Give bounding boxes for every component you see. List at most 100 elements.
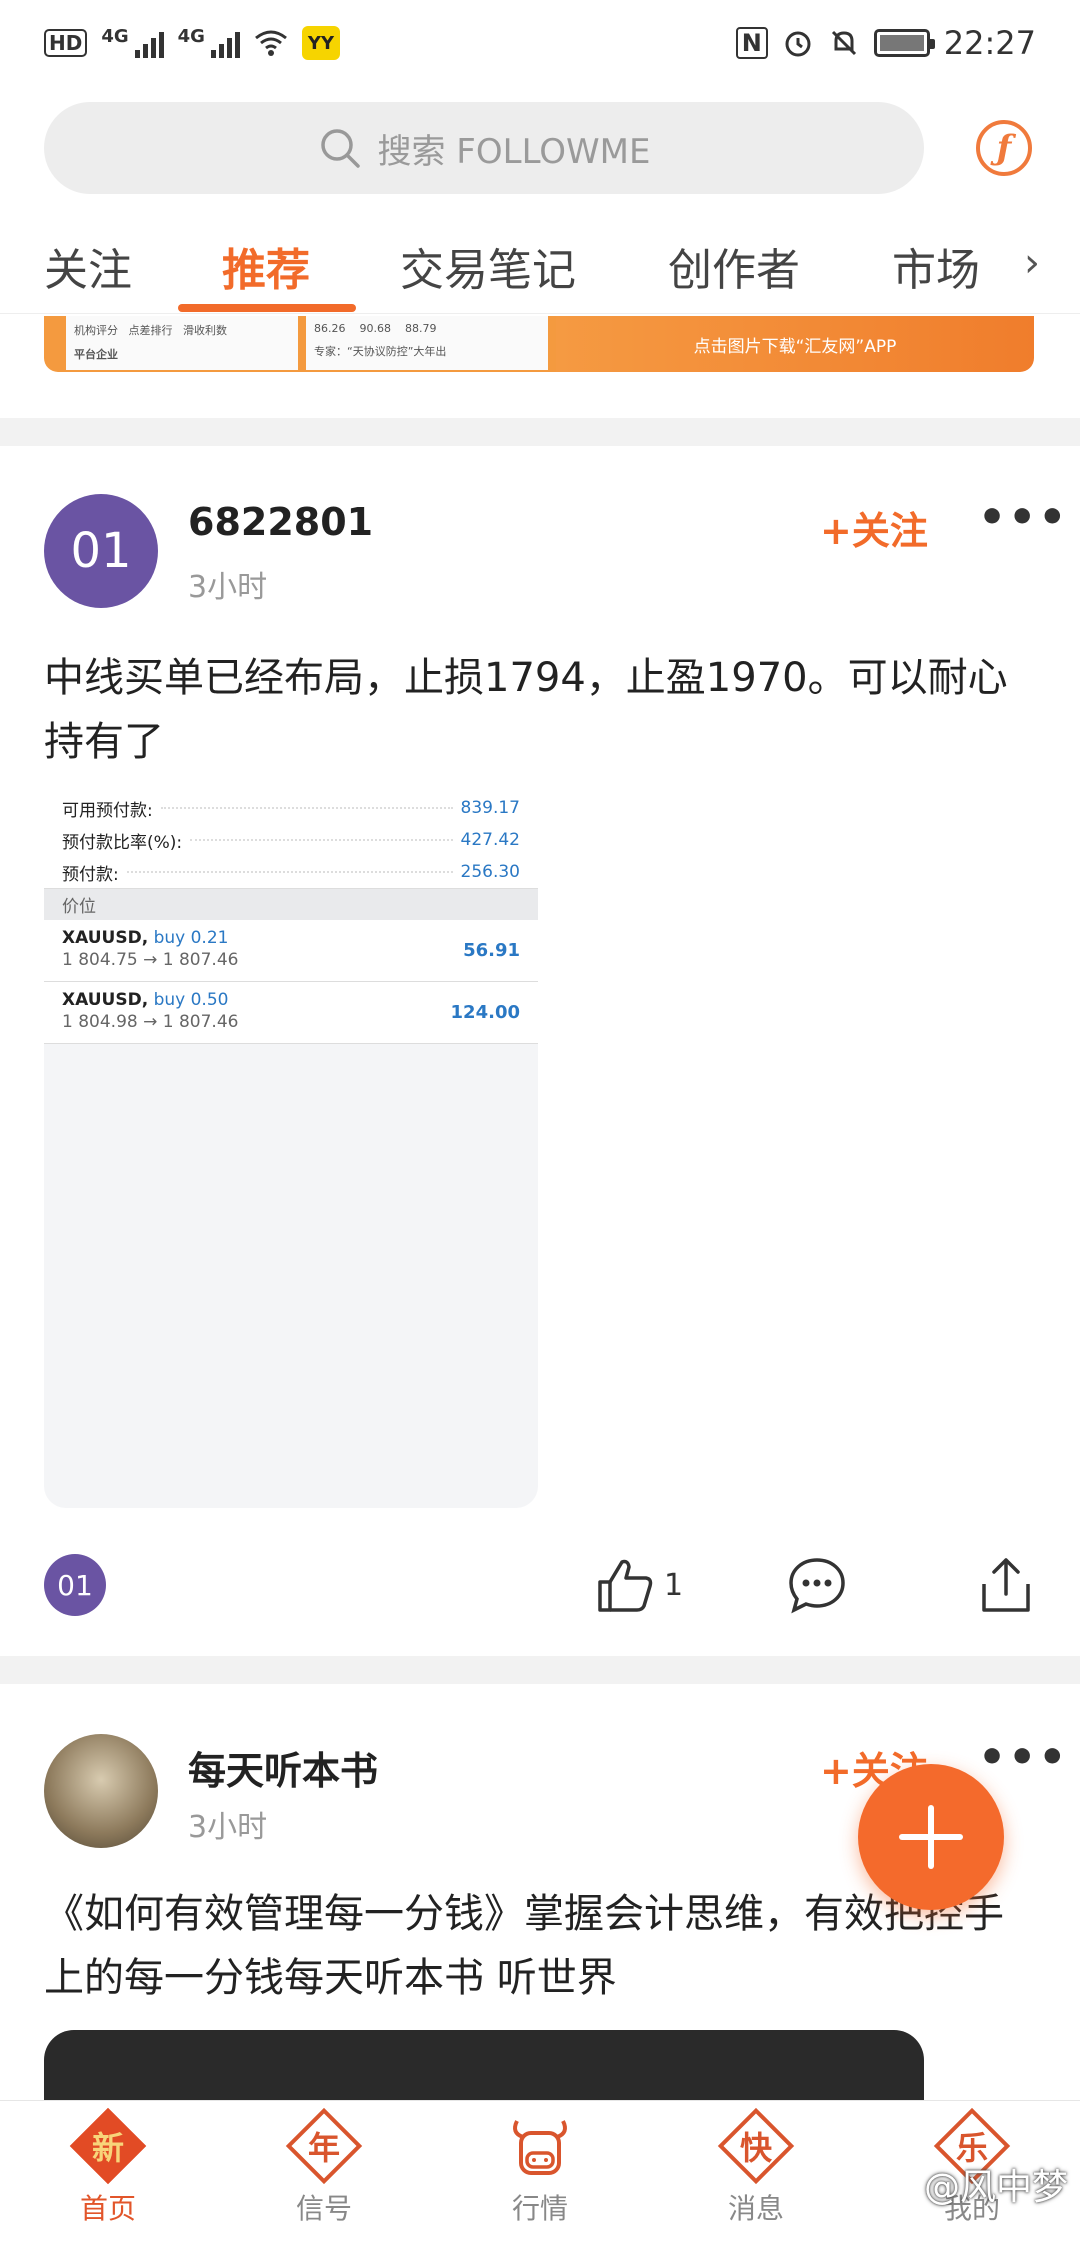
nav-signals[interactable]: 年 信号: [254, 2107, 394, 2227]
compose-button[interactable]: [858, 1764, 1004, 1910]
status-bar: HD 4G 4G YY N 22:27: [0, 0, 1080, 86]
banner-card: 机构评分 点差排行 滑收利数 平台企业: [66, 316, 298, 370]
position-pnl: 124.00: [450, 1002, 520, 1023]
banner-cell: 滑收利数: [183, 324, 227, 337]
position-symbol: XAUUSD,: [62, 990, 149, 1010]
trade-stat-row: 可用预付款: 839.17: [44, 792, 538, 824]
nav-glyph: 新: [91, 2129, 124, 2167]
tab-follow[interactable]: 关注: [44, 234, 132, 298]
coin-icon: ƒ: [996, 128, 1012, 168]
thumbs-up-icon: [598, 1559, 653, 1612]
post-text: 中线买单已经布局，止损1794，止盈1970。可以耐心持有了: [44, 655, 1008, 765]
position-direction: buy 0.21: [148, 928, 229, 948]
trade-position: XAUUSD, buy 0.21 1 804.75 → 1 807.46 56.…: [44, 920, 538, 982]
stat-value: 256.30: [460, 862, 520, 882]
follow-button[interactable]: +关注: [820, 500, 928, 555]
position-range: 1 804.75 → 1 807.46: [62, 950, 239, 970]
post-username[interactable]: 6822801: [188, 500, 373, 544]
nav-messages[interactable]: 快 消息: [686, 2107, 826, 2227]
message-nav-icon: 快: [717, 2107, 795, 2185]
post-time: 3小时: [188, 570, 268, 605]
clock: 22:27: [943, 24, 1036, 62]
nav-label: 行情: [511, 2192, 568, 2225]
section-divider: [0, 1656, 1080, 1684]
sim2-network-type: 4G: [177, 26, 205, 47]
banner-sub2: 专家：“天协议防控”大年出: [314, 345, 447, 358]
comment-icon: [789, 1558, 845, 1614]
share-button[interactable]: [978, 1554, 1034, 1616]
hd-indicator: HD: [44, 29, 88, 57]
chevron-right-icon[interactable]: ›: [1024, 240, 1040, 286]
mini-avatar[interactable]: 01: [44, 1554, 106, 1616]
like-count: 1: [664, 1567, 684, 1603]
stat-label: 预付款比率(%):: [62, 832, 183, 853]
watermark-text: @风中梦: [923, 2167, 1068, 2208]
coin-button[interactable]: ƒ: [976, 120, 1032, 176]
nav-glyph: 年: [307, 2129, 340, 2167]
tab-creators[interactable]: 创作者: [668, 234, 800, 298]
nfc-icon: N: [735, 27, 768, 59]
search-placeholder: 搜索 FOLLOWME: [377, 131, 651, 172]
trade-stat-row: 预付款: 256.30: [44, 856, 538, 888]
avatar[interactable]: [44, 1734, 158, 1848]
battery-icon: [873, 29, 935, 57]
section-divider: [0, 418, 1080, 446]
trade-section-header: 价位: [44, 888, 538, 920]
more-options-icon[interactable]: •••: [978, 492, 1068, 543]
more-options-icon[interactable]: •••: [978, 1732, 1068, 1783]
banner-cell: 点差排行: [128, 324, 173, 337]
sim1-network-type: 4G: [101, 26, 129, 47]
nav-home[interactable]: 新 首页: [38, 2107, 178, 2227]
search-input[interactable]: 搜索 FOLLOWME: [44, 102, 924, 194]
post-text: 《如何有效管理每一分钱》掌握会计思维，有效把控手上的每一分钱每天听本书 听世界: [44, 1891, 1004, 2001]
tab-recommend[interactable]: 推荐: [222, 234, 310, 298]
search-icon: [320, 129, 360, 168]
signal-icon: [134, 28, 164, 58]
nav-glyph: 快: [739, 2129, 772, 2167]
status-right: N 22:27: [735, 24, 1036, 62]
category-tabs: 关注 推荐 交易笔记 创作者 市场 ›: [0, 222, 1080, 314]
alarm-icon: [785, 31, 811, 57]
plus-icon: [899, 1805, 963, 1869]
banner-cell: 88.79: [405, 322, 437, 335]
banner-cell: 机构评分: [74, 324, 118, 337]
active-tab-indicator: [178, 304, 356, 312]
home-icon: 新: [69, 2107, 147, 2185]
wifi-icon: [255, 30, 287, 56]
trade-position: XAUUSD, buy 0.50 1 804.98 → 1 807.46 124…: [44, 982, 538, 1044]
post-time: 3小时: [188, 1810, 268, 1845]
nav-label: 首页: [79, 2192, 136, 2225]
ox-icon: [505, 2111, 575, 2181]
banner-card: 86.26 90.68 88.79 专家：“天协议防控”大年出: [306, 316, 548, 370]
nav-market[interactable]: 行情: [470, 2111, 610, 2227]
signal-icon: [210, 28, 240, 58]
stat-value: 427.42: [460, 830, 520, 850]
position-symbol: XAUUSD,: [62, 928, 149, 948]
banner-sub: 平台企业: [74, 348, 118, 361]
search-row: 搜索 FOLLOWME ƒ: [44, 102, 1036, 194]
comment-button[interactable]: [786, 1554, 848, 1616]
nav-label: 消息: [727, 2192, 784, 2225]
promo-banner[interactable]: 机构评分 点差排行 滑收利数 平台企业 86.26 90.68 88.79 专家…: [44, 316, 1034, 372]
like-button[interactable]: 1: [594, 1554, 683, 1616]
stat-value: 839.17: [460, 798, 520, 818]
avatar[interactable]: 01: [44, 494, 158, 608]
share-icon: [982, 1558, 1030, 1612]
banner-cell: 90.68: [359, 322, 392, 335]
tab-trade-notes[interactable]: 交易笔记: [400, 234, 576, 298]
tab-market[interactable]: 市场: [892, 234, 980, 298]
stat-label: 预付款:: [62, 864, 119, 885]
position-pnl: 56.91: [463, 940, 520, 961]
yy-app-icon: YY: [301, 26, 340, 60]
trade-screenshot[interactable]: 可用预付款: 839.17 预付款比率(%): 427.42 预付款: 256.30 …: [44, 792, 538, 1508]
mute-bell-icon: [831, 30, 856, 56]
nav-label: 信号: [295, 2192, 352, 2225]
banner-cell: 86.26: [314, 322, 346, 335]
banner-cta: 点击图片下载“汇友网”APP: [556, 316, 1034, 372]
trade-stat-row: 预付款比率(%): 427.42: [44, 824, 538, 856]
signal-nav-icon: 年: [285, 2107, 363, 2185]
status-left: HD 4G 4G YY: [44, 26, 340, 60]
post-username[interactable]: 每天听本书: [188, 1740, 378, 1795]
post-card[interactable]: 01 6822801 3小时 +关注 ••• 中线买单已经布局，止损1794，止…: [0, 446, 1080, 1656]
stat-label: 可用预付款:: [62, 800, 153, 821]
